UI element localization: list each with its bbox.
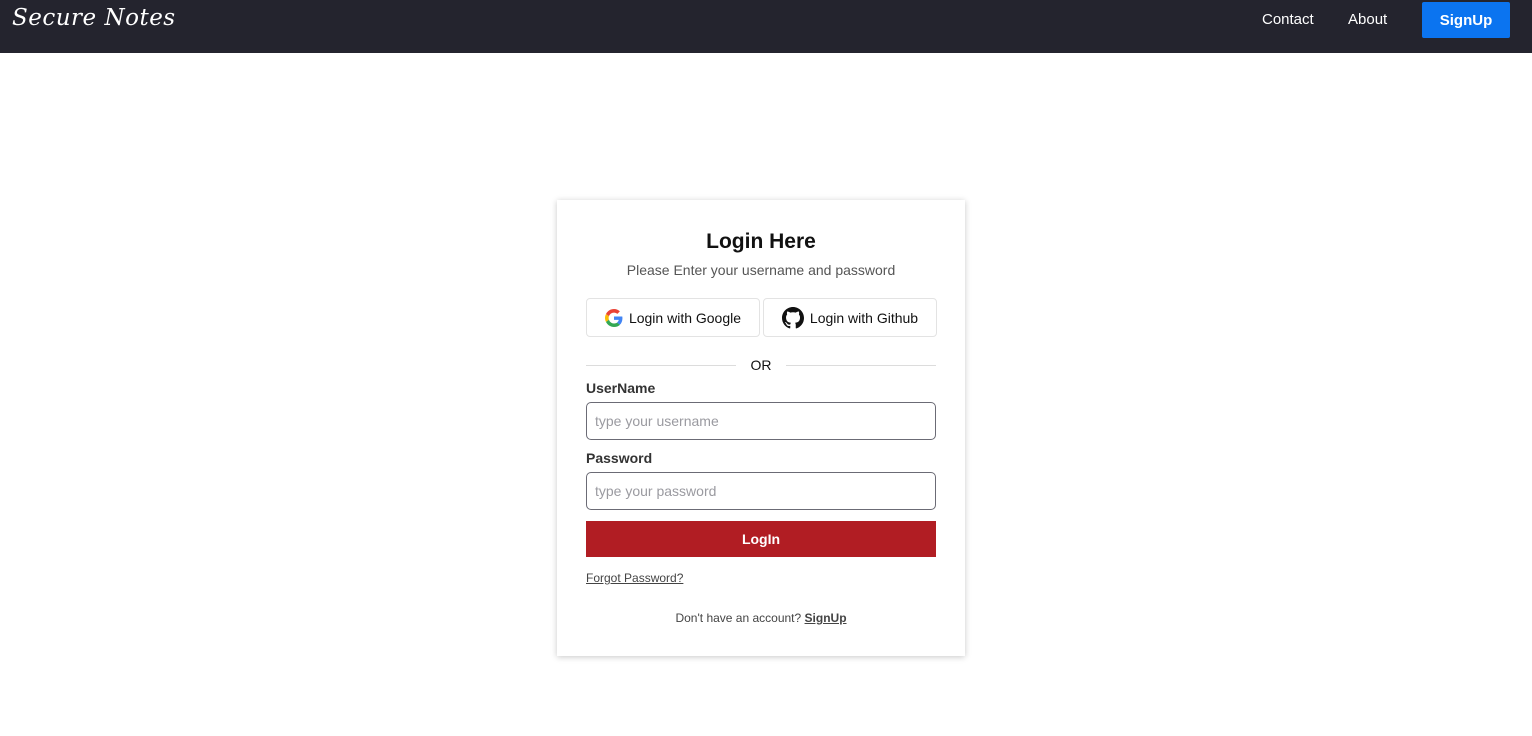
login-with-google-button[interactable]: Login with Google bbox=[586, 298, 760, 337]
brand-logo[interactable]: Secure Notes bbox=[12, 5, 176, 31]
password-label: Password bbox=[586, 450, 653, 466]
navbar: Secure Notes Contact About SignUp bbox=[0, 0, 1532, 53]
login-title: Login Here bbox=[706, 230, 816, 253]
no-account-text: Don't have an account? bbox=[675, 611, 802, 625]
username-label: UserName bbox=[586, 380, 656, 396]
divider-line-right bbox=[786, 365, 936, 366]
nav-link-about[interactable]: About bbox=[1348, 11, 1387, 28]
login-card: Login Here Please Enter your username an… bbox=[557, 200, 965, 656]
or-divider: OR bbox=[586, 355, 936, 375]
login-subtitle: Please Enter your username and password bbox=[626, 262, 896, 278]
divider-text: OR bbox=[750, 357, 772, 373]
login-with-github-button[interactable]: Login with Github bbox=[763, 298, 937, 337]
signup-link[interactable]: SignUp bbox=[805, 611, 847, 625]
password-input[interactable] bbox=[586, 472, 936, 510]
signup-button[interactable]: SignUp bbox=[1422, 2, 1510, 38]
divider-line-left bbox=[586, 365, 736, 366]
github-button-label: Login with Github bbox=[809, 309, 919, 326]
forgot-password-link[interactable]: Forgot Password? bbox=[586, 571, 683, 585]
github-icon bbox=[781, 306, 804, 329]
nav-link-contact[interactable]: Contact bbox=[1262, 11, 1314, 28]
google-button-label: Login with Google bbox=[628, 309, 742, 326]
google-icon bbox=[604, 308, 623, 327]
signup-prompt: Don't have an account? SignUp bbox=[557, 611, 965, 625]
username-input[interactable] bbox=[586, 402, 936, 440]
login-button[interactable]: LogIn bbox=[586, 521, 936, 557]
